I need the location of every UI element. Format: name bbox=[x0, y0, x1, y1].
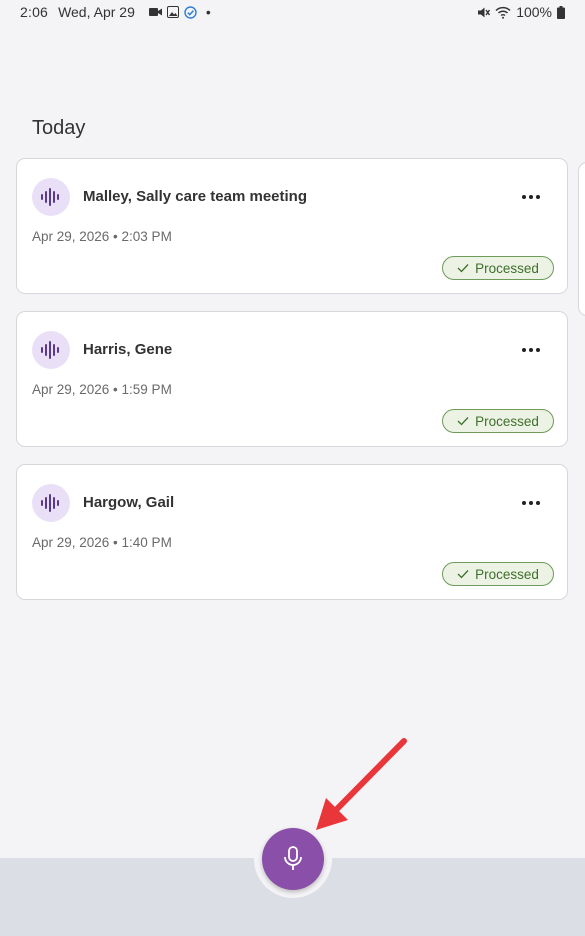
audio-waveform-icon bbox=[32, 331, 70, 369]
more-horizontal-icon bbox=[522, 501, 540, 505]
side-panel-edge[interactable] bbox=[578, 162, 585, 316]
status-badge: Processed bbox=[442, 562, 554, 586]
more-horizontal-icon bbox=[522, 348, 540, 352]
audio-waveform-icon bbox=[32, 484, 70, 522]
more-options-button[interactable] bbox=[513, 340, 549, 360]
section-title-today: Today bbox=[32, 117, 86, 139]
record-button[interactable] bbox=[262, 828, 324, 890]
recording-card[interactable]: Harris, Gene Apr 29, 2026 • 1:59 PM Proc… bbox=[16, 311, 568, 447]
status-date: Wed, Apr 29 bbox=[58, 4, 135, 20]
microphone-icon bbox=[284, 846, 302, 870]
check-icon bbox=[457, 264, 469, 273]
more-horizontal-icon bbox=[522, 195, 540, 199]
video-camera-icon bbox=[148, 8, 162, 16]
status-time: 2:06 bbox=[20, 4, 49, 20]
notification-dot: • bbox=[205, 4, 211, 20]
status-badge-label: Processed bbox=[475, 413, 539, 429]
mute-icon bbox=[478, 7, 491, 17]
recording-timestamp: Apr 29, 2026 • 1:59 PM bbox=[32, 382, 172, 397]
recording-title: Hargow, Gail bbox=[83, 494, 175, 511]
recording-title: Harris, Gene bbox=[83, 341, 173, 358]
more-options-button[interactable] bbox=[513, 493, 549, 513]
status-badge: Processed bbox=[442, 256, 554, 280]
recording-card[interactable]: Hargow, Gail Apr 29, 2026 • 1:40 PM Proc… bbox=[16, 464, 568, 600]
more-options-button[interactable] bbox=[513, 187, 549, 207]
check-icon bbox=[457, 417, 469, 426]
status-badge-label: Processed bbox=[475, 566, 539, 582]
recording-timestamp: Apr 29, 2026 • 1:40 PM bbox=[32, 535, 172, 550]
recording-title: Malley, Sally care team meeting bbox=[83, 188, 307, 205]
status-badge-label: Processed bbox=[475, 260, 539, 276]
status-badge: Processed bbox=[442, 409, 554, 433]
recording-card[interactable]: Malley, Sally care team meeting Apr 29, … bbox=[16, 158, 568, 294]
status-bar: 2:06 Wed, Apr 29 • 100% bbox=[0, 0, 585, 26]
recording-timestamp: Apr 29, 2026 • 2:03 PM bbox=[32, 229, 172, 244]
image-icon bbox=[166, 6, 179, 18]
audio-waveform-icon bbox=[32, 178, 70, 216]
battery-percent: 100% bbox=[516, 4, 552, 20]
check-icon bbox=[457, 570, 469, 579]
task-check-icon bbox=[184, 5, 197, 19]
wifi-icon bbox=[495, 6, 511, 19]
battery-icon bbox=[557, 5, 565, 19]
